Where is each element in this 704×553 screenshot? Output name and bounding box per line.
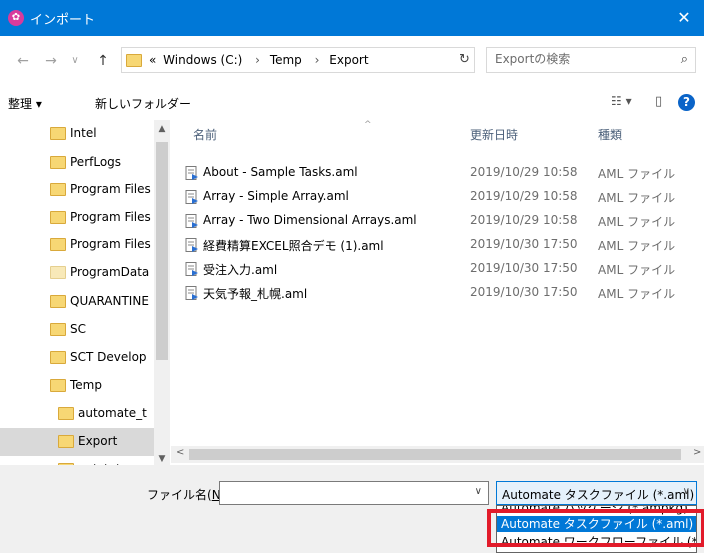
column-header-name[interactable]: 名前 <box>193 126 217 143</box>
breadcrumb-overflow[interactable]: « <box>149 53 156 67</box>
breadcrumb-temp[interactable]: Temp <box>270 53 302 67</box>
folder-icon <box>50 183 66 196</box>
aml-file-icon <box>185 166 198 180</box>
nav-scrollbar[interactable]: ▲ ▼ <box>154 120 170 465</box>
file-type-select[interactable]: Automate タスクファイル (*.aml) ∨ <box>496 481 697 505</box>
nav-item-temp[interactable]: Temp <box>0 372 155 400</box>
file-row[interactable]: Array - Two Dimensional Arrays.aml 2019/… <box>171 209 704 233</box>
nav-item-getstat[interactable]: getstat <box>0 456 155 465</box>
annotation-highlight <box>487 509 704 547</box>
scroll-up-icon[interactable]: ▲ <box>154 124 170 134</box>
breadcrumb-export[interactable]: Export <box>329 53 368 67</box>
navigation-pane[interactable]: Intel PerfLogs Program Files Program Fil… <box>0 120 170 465</box>
file-row[interactable]: 受注入力.aml 2019/10/30 17:50 AML ファイル <box>171 257 704 281</box>
app-icon: ✿ <box>8 10 24 26</box>
aml-file-icon <box>185 190 198 204</box>
breadcrumb-separator[interactable]: › <box>315 53 320 67</box>
folder-icon <box>50 266 66 279</box>
forward-button[interactable]: → <box>42 52 60 70</box>
filename-combobox[interactable]: ∨ <box>219 481 489 505</box>
view-options-icon[interactable]: ☷ ▾ <box>611 94 632 108</box>
aml-file-icon <box>185 214 198 228</box>
folder-icon <box>126 54 142 67</box>
search-box[interactable]: ⌕ <box>486 47 696 73</box>
scroll-down-icon[interactable]: ▼ <box>154 454 170 464</box>
folder-icon <box>50 295 66 308</box>
folder-icon <box>58 407 74 420</box>
scrollbar-thumb[interactable] <box>156 142 168 360</box>
close-button[interactable]: ✕ <box>664 0 704 36</box>
folder-icon <box>50 127 66 140</box>
window-title: インポート <box>30 13 96 28</box>
breadcrumb-separator[interactable]: › <box>255 53 260 67</box>
folder-icon <box>50 238 66 251</box>
up-button[interactable]: ↑ <box>94 52 112 70</box>
folder-icon <box>50 351 66 364</box>
filename-label: ファイル名(N): <box>147 488 229 502</box>
organize-button[interactable]: 整理 ▾ <box>8 95 42 112</box>
folder-icon <box>50 211 66 224</box>
sort-caret-icon: ^ <box>364 120 372 130</box>
help-icon[interactable]: ? <box>678 94 695 111</box>
toolbar: 整理 ▾ 新しいフォルダー ☷ ▾ ▯ ? <box>0 86 704 120</box>
column-header-type[interactable]: 種類 <box>598 126 622 143</box>
preview-pane-icon[interactable]: ▯ <box>655 94 662 109</box>
nav-item-perflogs[interactable]: PerfLogs <box>0 149 155 177</box>
nav-item-programdata[interactable]: ProgramData <box>0 259 155 287</box>
breadcrumb: « Windows (C:) › Temp › Export <box>149 53 372 67</box>
file-row[interactable]: About - Sample Tasks.aml 2019/10/29 10:5… <box>171 161 704 185</box>
file-list-hscrollbar[interactable]: < > <box>171 446 704 463</box>
aml-file-icon <box>185 238 198 252</box>
refresh-icon[interactable]: ↻ <box>459 52 470 67</box>
aml-file-icon <box>185 286 198 300</box>
scrollbar-thumb[interactable] <box>189 449 681 460</box>
nav-item-sc[interactable]: SC <box>0 316 155 344</box>
folder-icon <box>58 435 74 448</box>
scroll-left-icon[interactable]: < <box>176 447 184 458</box>
nav-item-automate[interactable]: automate_t <box>0 400 155 428</box>
nav-item-quarantine[interactable]: QUARANTINE <box>0 288 155 316</box>
search-icon[interactable]: ⌕ <box>681 52 688 67</box>
column-header-modified[interactable]: 更新日時 <box>470 126 518 143</box>
scroll-right-icon[interactable]: > <box>693 447 701 458</box>
file-row[interactable]: 経費精算EXCEL照合デモ (1).aml 2019/10/30 17:50 A… <box>171 233 704 257</box>
folder-icon <box>50 156 66 169</box>
nav-item-program-files-2[interactable]: Program Files <box>0 231 155 259</box>
back-button[interactable]: ← <box>14 52 32 70</box>
chevron-down-icon[interactable]: ∨ <box>683 486 690 497</box>
nav-item-sct-develop[interactable]: SCT Develop <box>0 344 155 372</box>
nav-item-program-files-x86[interactable]: Program Files <box>0 204 155 232</box>
chevron-down-icon[interactable]: ∨ <box>475 486 482 497</box>
title-bar: ✿ インポート ✕ <box>0 0 704 36</box>
file-row[interactable]: Array - Simple Array.aml 2019/10/29 10:5… <box>171 185 704 209</box>
folder-icon <box>50 379 66 392</box>
nav-item-program-files[interactable]: Program Files <box>0 176 155 204</box>
recent-locations-button[interactable]: ∨ <box>66 52 84 70</box>
breadcrumb-windows-c[interactable]: Windows (C:) <box>163 53 242 67</box>
file-list[interactable]: ^ 名前 更新日時 種類 About - Sample Tasks.aml 20… <box>171 120 704 450</box>
aml-file-icon <box>185 262 198 276</box>
nav-item-intel[interactable]: Intel <box>0 120 155 148</box>
address-bar[interactable]: « Windows (C:) › Temp › Export ∨ <box>121 47 581 73</box>
address-row: ← → ∨ ↑ « Windows (C:) › Temp › Export ∨… <box>0 36 704 86</box>
file-row[interactable]: 天気予報_札幌.aml 2019/10/30 17:50 AML ファイル <box>171 281 704 305</box>
nav-item-export[interactable]: Export <box>0 428 155 456</box>
folder-icon <box>50 323 66 336</box>
search-input[interactable] <box>495 52 665 66</box>
new-folder-button[interactable]: 新しいフォルダー <box>95 95 191 112</box>
